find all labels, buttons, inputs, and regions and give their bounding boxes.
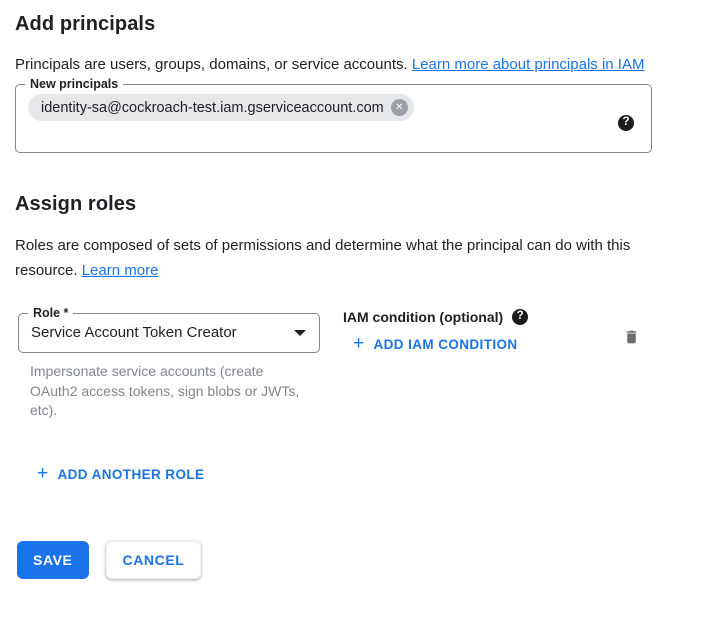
chip-close-icon[interactable]: ✕ [391, 99, 408, 116]
principal-chip-text: identity-sa@cockroach-test.iam.gservicea… [41, 100, 384, 116]
add-another-role-label: ADD ANOTHER ROLE [58, 467, 205, 482]
add-iam-condition-button[interactable]: + ADD IAM CONDITION [353, 336, 518, 353]
role-row: Role * Service Account Token Creator Imp… [15, 306, 698, 421]
iam-condition-label: IAM condition (optional) [343, 309, 503, 325]
dropdown-arrow-icon [294, 330, 306, 336]
cancel-button[interactable]: CANCEL [106, 541, 202, 579]
plus-icon: + [37, 464, 49, 483]
iam-condition-help-icon[interactable]: ? [512, 309, 528, 325]
role-select[interactable]: Role * Service Account Token Creator [18, 306, 320, 353]
learn-more-roles-link[interactable]: Learn more [82, 262, 159, 279]
delete-role-button[interactable] [621, 326, 642, 351]
iam-condition-column: IAM condition (optional) ? + ADD IAM CON… [343, 306, 528, 421]
new-principals-label: New principals [25, 77, 123, 91]
roles-description: Roles are composed of sets of permission… [15, 233, 667, 283]
principals-help-icon[interactable]: ? [618, 115, 634, 131]
role-select-label: Role * [28, 306, 73, 320]
trash-icon [623, 334, 640, 349]
role-column: Role * Service Account Token Creator Imp… [18, 306, 323, 421]
principals-chip-row[interactable]: identity-sa@cockroach-test.iam.gservicea… [16, 91, 651, 121]
principal-chip: identity-sa@cockroach-test.iam.gservicea… [28, 94, 414, 121]
add-principals-dialog: Add principals Principals are users, gro… [0, 0, 713, 579]
learn-more-principals-link[interactable]: Learn more about principals in IAM [412, 56, 645, 73]
role-select-value: Service Account Token Creator [31, 324, 237, 341]
page-title: Add principals [15, 13, 698, 36]
principals-description: Principals are users, groups, domains, o… [15, 52, 667, 77]
role-helper-text: Impersonate service accounts (create OAu… [30, 362, 308, 421]
iam-condition-label-row: IAM condition (optional) ? [343, 309, 528, 325]
new-principals-field[interactable]: New principals identity-sa@cockroach-tes… [15, 77, 652, 153]
assign-roles-title: Assign roles [15, 193, 698, 216]
add-another-role-button[interactable]: + ADD ANOTHER ROLE [37, 466, 204, 483]
plus-icon: + [353, 334, 365, 353]
principals-description-text: Principals are users, groups, domains, o… [15, 56, 412, 73]
add-iam-condition-label: ADD IAM CONDITION [374, 337, 518, 352]
save-button[interactable]: SAVE [17, 541, 89, 579]
dialog-footer: SAVE CANCEL [17, 541, 698, 579]
